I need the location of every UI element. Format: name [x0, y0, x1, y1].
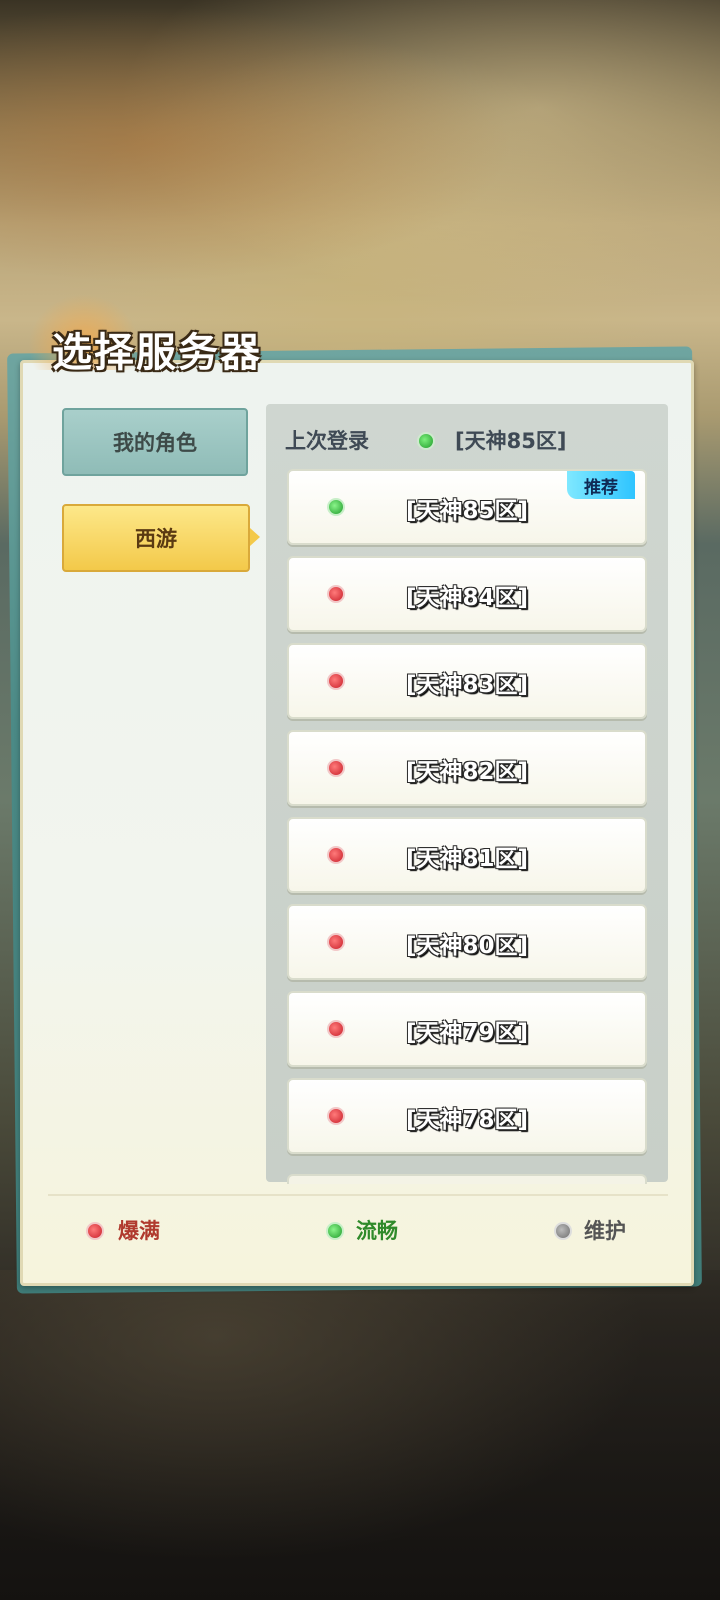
maintenance-status-icon [554, 1222, 572, 1240]
server-item[interactable]: [天神80区] [287, 904, 647, 980]
status-dot-icon [417, 432, 435, 450]
full-status-icon [86, 1222, 104, 1240]
divider [48, 1194, 668, 1196]
server-item[interactable]: [天神81区] [287, 817, 647, 893]
server-name: [天神84区] [405, 585, 529, 611]
server-name: [天神82区] [405, 759, 529, 785]
tab-my-characters-label: 我的角色 [113, 431, 197, 455]
server-item[interactable]: [天神84区] [287, 556, 647, 632]
legend-maintenance: 维护 [584, 1219, 626, 1243]
server-item-partial[interactable] [287, 1174, 647, 1184]
last-login-server[interactable]: [天神85区] [455, 425, 566, 455]
tab-xiyou[interactable]: 西游 [62, 504, 260, 572]
server-name: [天神83区] [405, 672, 529, 698]
background-bottom [0, 1270, 720, 1600]
server-item[interactable]: [天神78区] [287, 1078, 647, 1154]
server-name: [天神79区] [405, 1020, 529, 1046]
server-name: [天神80区] [405, 933, 529, 959]
smooth-status-icon [326, 1222, 344, 1240]
server-item[interactable]: [天神85区] 推荐 [287, 469, 647, 545]
legend-full: 爆满 [118, 1219, 160, 1243]
server-name: [天神81区] [405, 846, 529, 872]
tab-my-characters[interactable]: 我的角色 [62, 408, 248, 476]
server-name: [天神78区] [405, 1107, 529, 1133]
server-item[interactable]: [天神83区] [287, 643, 647, 719]
last-login-label: 上次登录 [285, 429, 369, 453]
page-title: 选择服务器 [52, 330, 262, 376]
recommended-badge: 推荐 [567, 471, 635, 499]
server-item[interactable]: [天神79区] [287, 991, 647, 1067]
tab-xiyou-label: 西游 [135, 527, 177, 551]
server-item[interactable]: [天神82区] [287, 730, 647, 806]
legend-smooth: 流畅 [356, 1219, 398, 1243]
